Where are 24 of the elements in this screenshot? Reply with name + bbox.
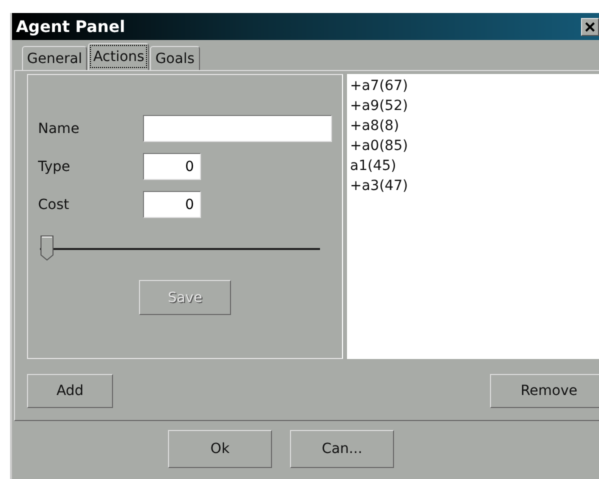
add-button[interactable]: Add <box>27 374 113 408</box>
list-item[interactable]: +a0(85) <box>350 136 599 156</box>
tab[interactable]: General <box>22 46 88 70</box>
input-field[interactable] <box>142 115 332 142</box>
list-item[interactable]: a1(45) <box>350 156 599 176</box>
input-field[interactable]: 0 <box>143 153 201 180</box>
tab[interactable]: Actions <box>88 43 150 70</box>
field-label: Type <box>38 158 72 174</box>
ok-button[interactable]: Ok <box>168 430 272 468</box>
list-item[interactable]: +a9(52) <box>350 96 599 116</box>
close-icon <box>584 20 596 32</box>
input-field[interactable]: 0 <box>143 191 201 218</box>
list-item[interactable]: +a7(67) <box>350 76 599 96</box>
cancel-button[interactable]: Can... <box>290 430 394 468</box>
field-label: Name <box>38 120 80 136</box>
list-item[interactable]: +a3(47) <box>350 176 599 196</box>
remove-button[interactable]: Remove <box>490 374 599 408</box>
field-label: Cost <box>38 196 70 212</box>
slider-track[interactable] <box>40 234 320 262</box>
slider-thumb[interactable] <box>40 235 54 261</box>
tab[interactable]: Goals <box>150 46 200 70</box>
window-title: Agent Panel <box>16 17 126 36</box>
close-button[interactable] <box>581 18 599 36</box>
list-item[interactable]: +a8(8) <box>350 116 599 136</box>
